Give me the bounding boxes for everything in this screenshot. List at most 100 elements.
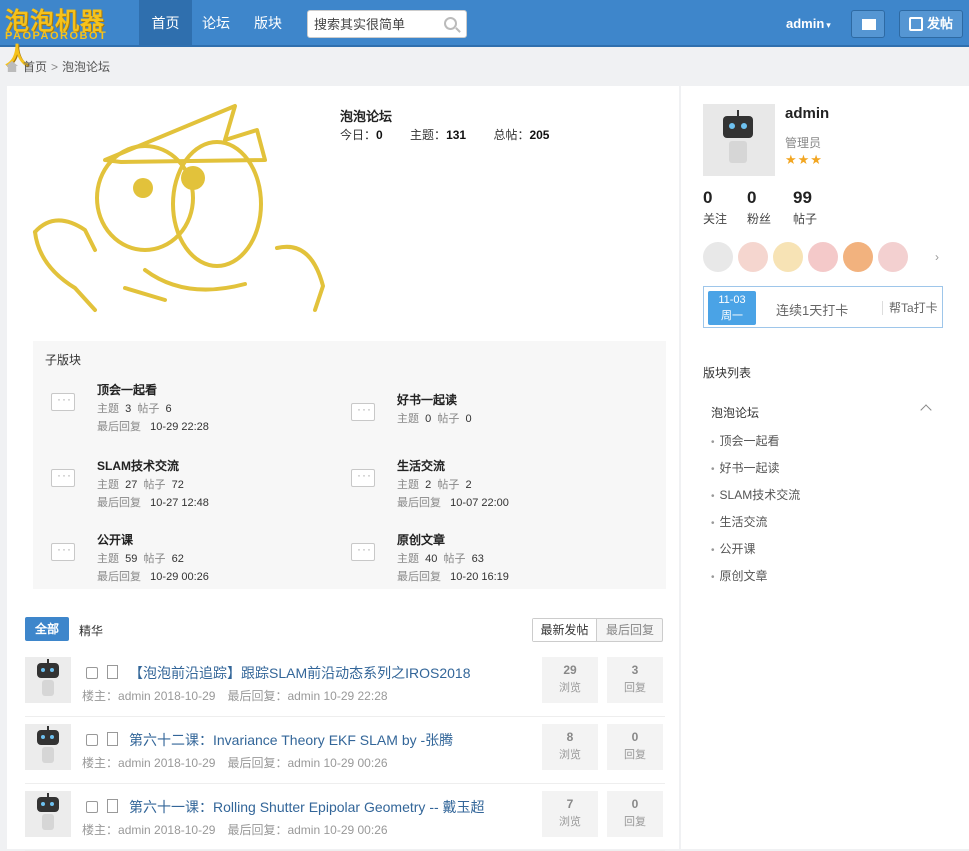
nav-home[interactable]: 首页 [139, 0, 192, 47]
subforum-name[interactable]: SLAM技术交流 [97, 457, 179, 474]
subforum-name[interactable]: 原创文章 [397, 531, 445, 548]
fans-stat[interactable]: 0 粉丝 [747, 188, 771, 227]
star-rating-icon: ★★★ [785, 152, 823, 167]
thread-last-user[interactable]: admin [287, 756, 320, 770]
board-list-item[interactable]: 原创文章 [711, 567, 768, 584]
user-menu[interactable]: admin ▾ [786, 16, 831, 31]
signin-help-button[interactable]: 帮Ta打卡 [882, 301, 938, 315]
topics-label: 主题： [410, 128, 447, 142]
thread-meta: 楼主：admin 2018-10-29 最后回复：admin 10-29 00:2… [82, 823, 388, 837]
chat-bubble-icon [351, 402, 375, 421]
replies-count: 0 回复 [607, 791, 663, 837]
board-list-item[interactable]: 生活交流 [711, 513, 768, 530]
subforum-name[interactable]: 好书一起读 [397, 391, 457, 408]
site-logo[interactable]: 泡泡机器人 PAOPAOROBOT [3, 0, 125, 70]
subforum-item[interactable]: 顶会一起看主题 3 帖子 6 最后回复 10-29 22:28 [51, 381, 351, 433]
posts-stat[interactable]: 99 帖子 [793, 188, 817, 227]
board-list-item[interactable]: 公开课 [711, 540, 756, 557]
main-panel: 泡泡论坛 今日：0 主题：131 总帖：205 子版块 顶会一起看主题 3 帖子… [7, 86, 679, 851]
posts-count: 205 [529, 128, 550, 142]
subforum-item[interactable]: SLAM技术交流主题 27 帖子 72 最后回复 10-27 12:48 [51, 457, 351, 509]
new-post-button[interactable]: 发帖 [899, 10, 963, 38]
badge-icon[interactable] [878, 242, 908, 272]
profile-username[interactable]: admin [785, 105, 829, 122]
board-list-item[interactable]: SLAM技术交流 [711, 486, 801, 503]
messages-button[interactable] [851, 10, 885, 38]
user-menu-name: admin [786, 16, 825, 31]
badge-icon[interactable] [703, 242, 733, 272]
forum-stats: 今日：0 主题：131 总帖：205 [340, 126, 573, 143]
replies-count: 0 回复 [607, 724, 663, 770]
avatar[interactable] [25, 724, 71, 770]
follow-count: 0 [703, 188, 713, 207]
subforum-name[interactable]: 公开课 [97, 531, 133, 548]
topics-count: 131 [446, 128, 467, 142]
today-label: 今日： [340, 128, 377, 142]
thread-meta: 楼主：admin 2018-10-29 最后回复：admin 10-29 22:2… [82, 689, 388, 703]
subforum-counts: 主题 40 帖子 63 [397, 553, 484, 565]
thread-author[interactable]: admin [118, 756, 151, 770]
thread-row[interactable]: 第六十一课：Rolling Shutter Epipolar Geometry … [25, 791, 665, 851]
chat-bubble-icon [351, 468, 375, 487]
breadcrumb-current[interactable]: 泡泡论坛 [62, 60, 110, 74]
subforum-counts: 主题 3 帖子 6 [97, 403, 172, 415]
thread-title[interactable]: 第六十一课：Rolling Shutter Epipolar Geometry … [129, 797, 485, 817]
profile-avatar[interactable] [703, 104, 775, 176]
new-post-label: 发帖 [927, 16, 954, 31]
chevron-down-icon: ▾ [826, 20, 831, 30]
chat-bubble-icon [51, 392, 75, 411]
subforum-item[interactable]: 公开课主题 59 帖子 62 最后回复 10-29 00:26 [51, 531, 351, 583]
subforum-last-reply: 最后回复 10-20 16:19 [397, 571, 509, 583]
forum-title: 泡泡论坛 [340, 109, 393, 124]
avatar[interactable] [25, 657, 71, 703]
chevron-up-icon[interactable] [920, 404, 932, 416]
nav-boards[interactable]: 版块 [254, 0, 282, 47]
board-list-item[interactable]: 顶会一起看 [711, 432, 780, 449]
views-count: 29 浏览 [542, 657, 598, 703]
thread-author[interactable]: admin [118, 689, 151, 703]
search-icon[interactable] [444, 17, 457, 30]
badge-icon[interactable] [808, 242, 838, 272]
thread-row[interactable]: 【泡泡前沿追踪】跟踪SLAM前沿动态系列之IROS2018 楼主：admin 20… [25, 657, 665, 717]
fans-count: 0 [747, 188, 757, 207]
subforum-name[interactable]: 顶会一起看 [97, 381, 157, 398]
sort-newest-button[interactable]: 最新发帖 [533, 619, 597, 641]
logo-subtext: PAOPAOROBOT [5, 30, 108, 42]
subforum-box: 子版块 顶会一起看主题 3 帖子 6 最后回复 10-29 22:28 好书一起读主… [33, 341, 666, 589]
subforum-item[interactable]: 好书一起读主题 0 帖子 0 [351, 391, 651, 441]
thread-last-user[interactable]: admin [287, 823, 320, 837]
thread-last-user[interactable]: admin [287, 689, 320, 703]
breadcrumb-home[interactable]: 首页 [23, 60, 47, 74]
subforum-item[interactable]: 原创文章主题 40 帖子 63 最后回复 10-20 16:19 [351, 531, 651, 583]
board-list-item[interactable]: 好书一起读 [711, 459, 780, 476]
thread-title[interactable]: 【泡泡前沿追踪】跟踪SLAM前沿动态系列之IROS2018 [129, 663, 471, 683]
forum-mascot-image [33, 104, 325, 312]
avatar[interactable] [25, 791, 71, 837]
badge-icon[interactable] [843, 242, 873, 272]
subforum-item[interactable]: 生活交流主题 2 帖子 2 最后回复 10-07 22:00 [351, 457, 651, 509]
board-list-root[interactable]: 泡泡论坛 [711, 404, 759, 421]
subforum-name[interactable]: 生活交流 [397, 457, 445, 474]
posts-label: 总帖： [493, 128, 530, 142]
profile-role: 管理员 [785, 136, 822, 150]
filter-all-tab[interactable]: 全部 [25, 617, 69, 641]
thread-checkbox[interactable] [86, 801, 98, 813]
sort-last-reply-button[interactable]: 最后回复 [598, 619, 662, 641]
nav-forum[interactable]: 论坛 [202, 0, 230, 47]
thread-row[interactable]: 第六十二课：Invariance Theory EKF SLAM by -张腾楼… [25, 724, 665, 784]
thread-title[interactable]: 第六十二课：Invariance Theory EKF SLAM by -张腾 [129, 730, 453, 750]
replies-count: 3 回复 [607, 657, 663, 703]
thread-checkbox[interactable] [86, 734, 98, 746]
search-input[interactable] [308, 11, 438, 37]
breadcrumb-separator: > [51, 60, 59, 74]
signin-date-top: 11-03 [718, 294, 746, 306]
thread-author[interactable]: admin [118, 823, 151, 837]
thread-checkbox[interactable] [86, 667, 98, 679]
edit-icon [909, 17, 923, 31]
subforum-counts: 主题 0 帖子 0 [397, 413, 472, 425]
badge-icon[interactable] [773, 242, 803, 272]
chevron-right-icon[interactable]: › [935, 250, 939, 264]
follow-stat[interactable]: 0 关注 [703, 188, 727, 227]
filter-elite-tab[interactable]: 精华 [79, 622, 119, 639]
badge-icon[interactable] [738, 242, 768, 272]
